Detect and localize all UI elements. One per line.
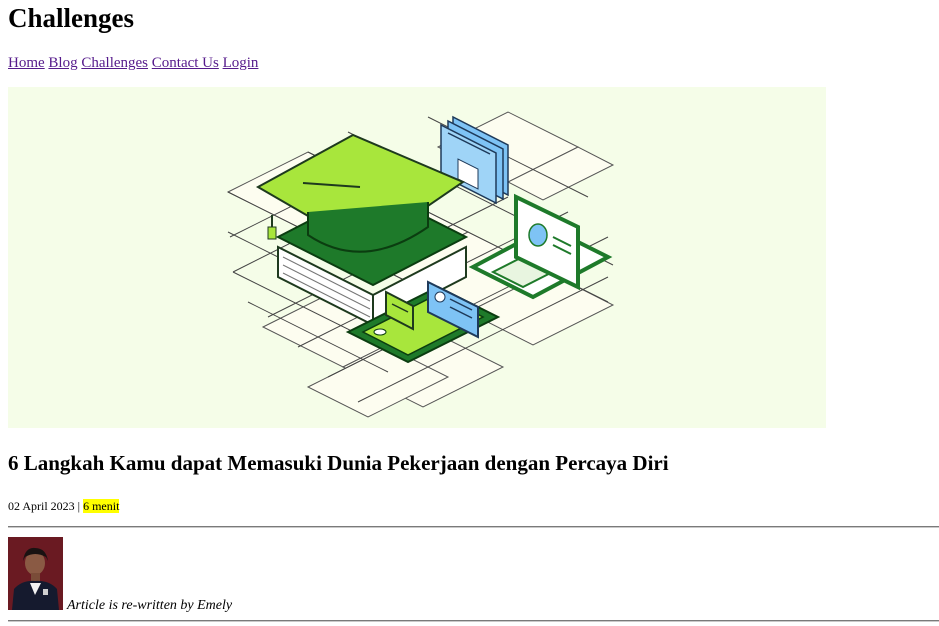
read-time-badge: 6 menit <box>83 499 120 513</box>
article-date: 02 April 2023 <box>8 499 75 513</box>
article-meta: 02 April 2023 | 6 menit <box>8 498 120 514</box>
site-title: Challenges <box>8 3 135 33</box>
divider-top <box>8 526 939 528</box>
main-nav: Home Blog Challenges Contact Us Login <box>8 54 258 72</box>
meta-separator: | <box>77 499 81 513</box>
nav-link-contact-us[interactable]: Contact Us <box>152 55 219 71</box>
author-avatar <box>8 537 63 610</box>
divider-bottom <box>8 620 939 622</box>
nav-link-challenges[interactable]: Challenges <box>81 55 148 71</box>
author-caption: Article is re-written by Emely <box>67 598 233 613</box>
article-title: 6 Langkah Kamu dapat Memasuki Dunia Peke… <box>8 451 669 475</box>
education-isometric-illustration <box>226 111 615 418</box>
nav-link-home[interactable]: Home <box>8 55 45 71</box>
page: Challenges Home Blog Challenges Contact … <box>0 0 939 626</box>
hero-illustration <box>8 87 826 428</box>
nav-link-login[interactable]: Login <box>223 55 259 71</box>
nav-link-blog[interactable]: Blog <box>48 55 77 71</box>
